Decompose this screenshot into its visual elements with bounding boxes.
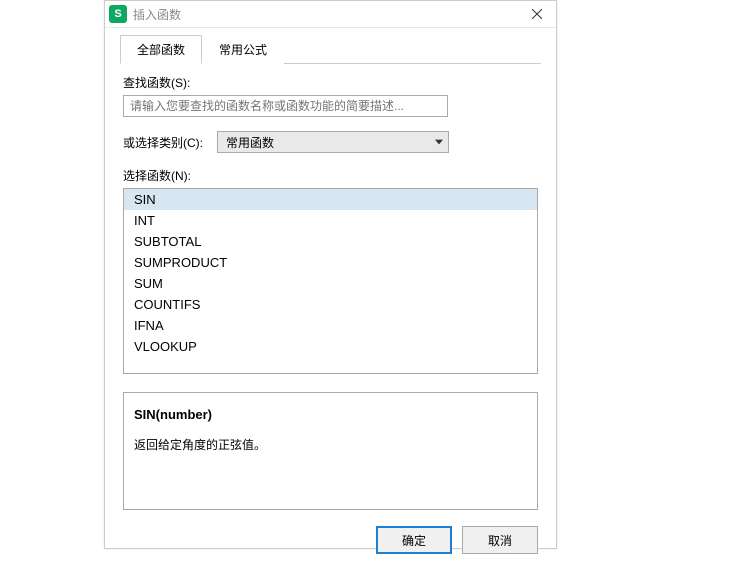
cancel-button[interactable]: 取消 <box>462 526 538 554</box>
window-title: 插入函数 <box>133 6 522 23</box>
content-area: 查找函数(S): 或选择类别(C): 常用函数 选择函数(N): SIN INT <box>105 64 556 510</box>
list-item[interactable]: SUBTOTAL <box>124 231 537 252</box>
button-row: 确定 取消 <box>105 510 556 570</box>
description-panel: SIN(number) 返回给定角度的正弦值。 <box>123 392 538 510</box>
app-icon: S <box>109 5 127 23</box>
tab-bar: 全部函数 常用公式 <box>120 34 541 64</box>
close-button[interactable] <box>522 4 552 24</box>
list-item[interactable]: INT <box>124 210 537 231</box>
ok-button[interactable]: 确定 <box>376 526 452 554</box>
list-item[interactable]: COUNTIFS <box>124 294 537 315</box>
insert-function-dialog: S 插入函数 全部函数 常用公式 查找函数(S): 或选择类别(C): 常用函数 <box>104 0 557 549</box>
category-selected-value: 常用函数 <box>226 134 274 151</box>
function-list-label: 选择函数(N): <box>123 167 538 184</box>
function-signature: SIN(number) <box>134 407 527 422</box>
search-input[interactable] <box>123 95 448 117</box>
close-icon <box>532 9 542 19</box>
list-item[interactable]: IFNA <box>124 315 537 336</box>
category-row: 或选择类别(C): 常用函数 <box>123 131 538 153</box>
function-description: 返回给定角度的正弦值。 <box>134 436 527 453</box>
tab-all-functions[interactable]: 全部函数 <box>120 35 202 64</box>
category-select[interactable]: 常用函数 <box>217 131 449 153</box>
function-listbox[interactable]: SIN INT SUBTOTAL SUMPRODUCT SUM COUNTIFS… <box>123 188 538 374</box>
titlebar: S 插入函数 <box>105 1 556 28</box>
category-label: 或选择类别(C): <box>123 134 203 151</box>
list-item[interactable]: SUM <box>124 273 537 294</box>
list-item[interactable]: VLOOKUP <box>124 336 537 357</box>
tab-common-formulas[interactable]: 常用公式 <box>202 35 284 64</box>
list-item[interactable]: SIN <box>124 189 537 210</box>
category-select-wrap: 常用函数 <box>217 131 449 153</box>
dialog-body: 全部函数 常用公式 查找函数(S): 或选择类别(C): 常用函数 选择函数(N… <box>105 34 556 570</box>
search-label: 查找函数(S): <box>123 74 538 91</box>
list-item[interactable]: SUMPRODUCT <box>124 252 537 273</box>
